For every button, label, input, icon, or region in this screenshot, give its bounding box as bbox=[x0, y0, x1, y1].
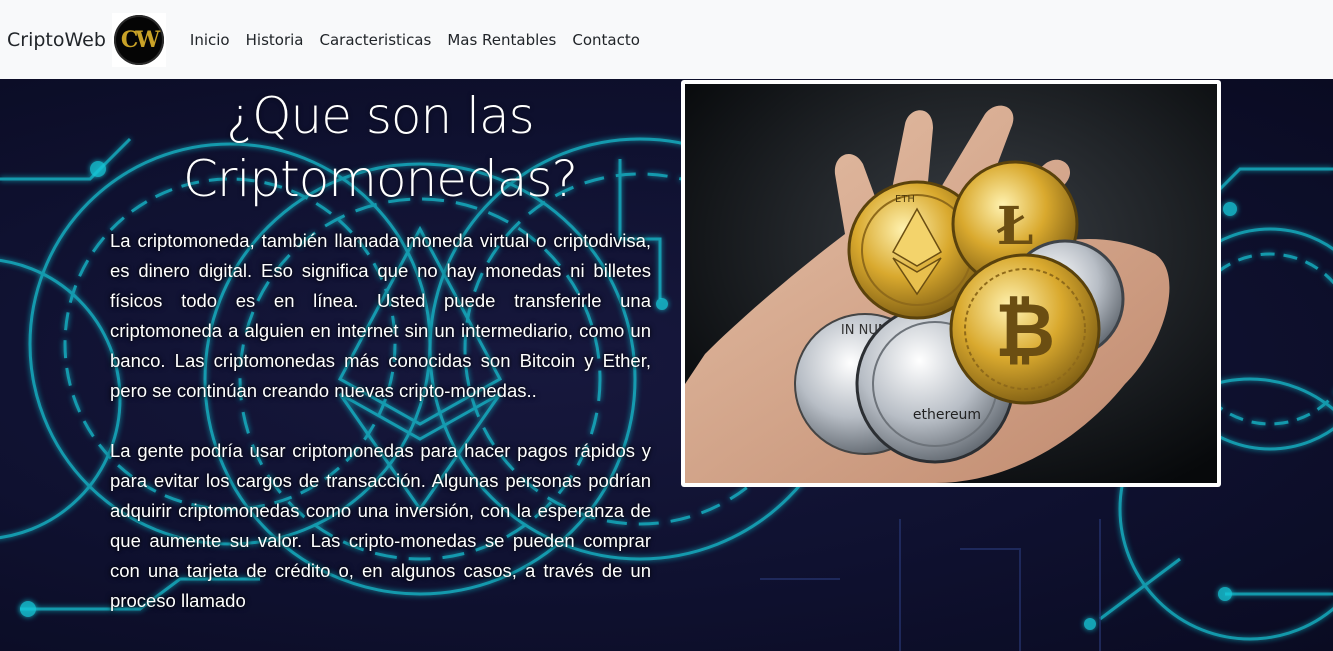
page-title: ¿Que son las Criptomonedas? bbox=[182, 87, 578, 208]
hero-image-frame: IN NUM ethereum ETH Ł ₿ bbox=[681, 80, 1221, 487]
intro-paragraph-1: La criptomoneda, también llamada moneda … bbox=[110, 230, 651, 401]
bitcoin-coin-symbol: ₿ bbox=[995, 288, 1055, 374]
nav-menu: Inicio Historia Caracteristicas Mas Rent… bbox=[190, 31, 656, 49]
nav-link-historia[interactable]: Historia bbox=[246, 31, 304, 49]
nav-link-mas-rentables[interactable]: Mas Rentables bbox=[447, 31, 556, 49]
hero-section: ¿Que son las Criptomonedas? La criptomon… bbox=[0, 79, 1333, 651]
cw-coin-logo-icon: CW bbox=[113, 14, 164, 65]
intro-text: La criptomoneda, también llamada moneda … bbox=[110, 226, 651, 646]
brand[interactable]: CriptoWeb CW bbox=[7, 12, 166, 67]
eth-coin-top-label: ETH bbox=[895, 194, 915, 205]
hand-with-coins-illustration: IN NUM ethereum ETH Ł ₿ bbox=[685, 84, 1217, 483]
crypto-coins-photo: IN NUM ethereum ETH Ł ₿ bbox=[685, 84, 1217, 483]
nav-link-contacto[interactable]: Contacto bbox=[572, 31, 640, 49]
top-navbar: CriptoWeb CW Inicio Historia Caracterist… bbox=[0, 0, 1333, 79]
intro-paragraph-2: La gente podría usar criptomonedas para … bbox=[110, 440, 651, 611]
svg-text:Ł: Ł bbox=[997, 196, 1034, 257]
brand-logo[interactable]: CW bbox=[111, 12, 166, 67]
brand-name[interactable]: CriptoWeb bbox=[7, 29, 106, 51]
nav-link-inicio[interactable]: Inicio bbox=[190, 31, 230, 49]
nav-link-caracteristicas[interactable]: Caracteristicas bbox=[319, 31, 431, 49]
ethereum-coin-label: ethereum bbox=[913, 407, 981, 423]
